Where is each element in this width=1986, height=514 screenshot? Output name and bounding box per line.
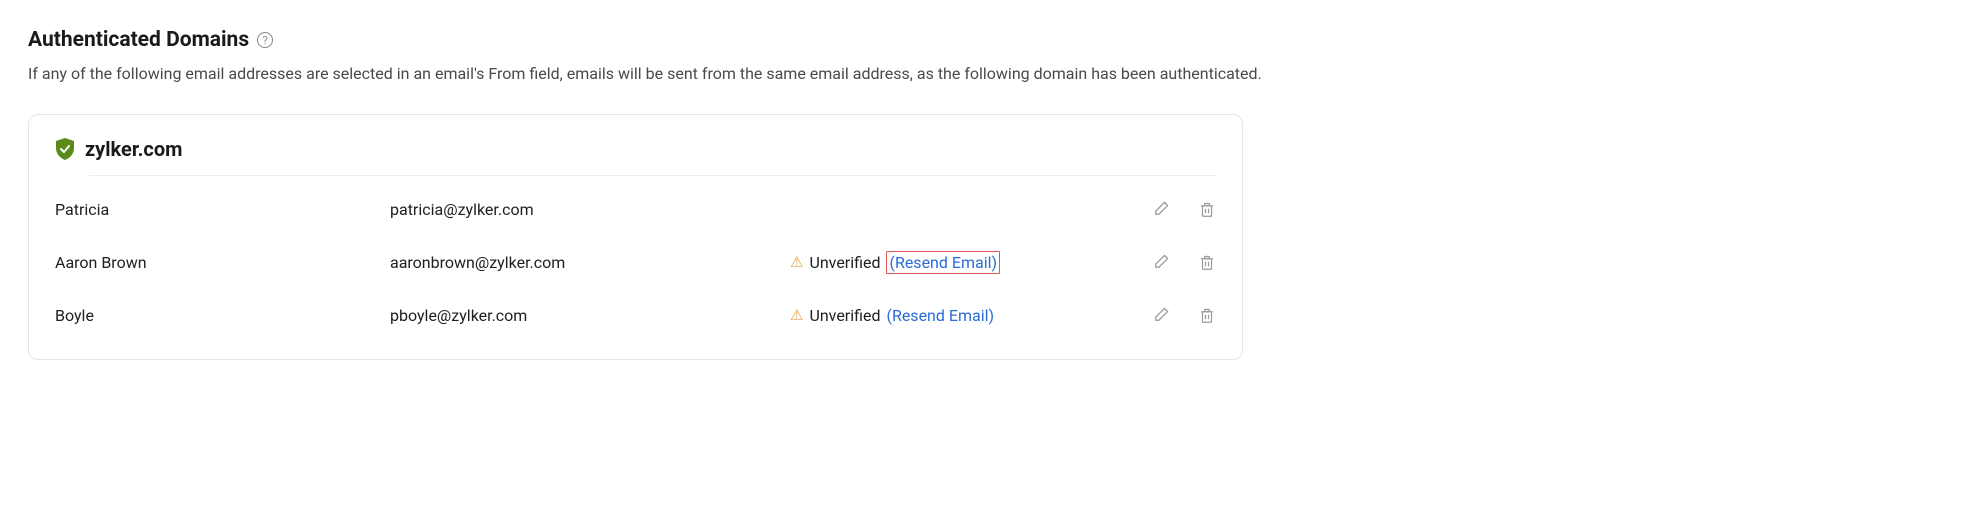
edit-icon[interactable]: [1151, 306, 1170, 325]
unverified-label: Unverified: [809, 253, 880, 272]
resend-email-link[interactable]: (Resend Email): [886, 306, 994, 325]
delete-icon[interactable]: [1198, 253, 1216, 272]
user-email: pboyle@zylker.com: [390, 306, 790, 325]
domain-header: zylker.com: [29, 115, 1242, 175]
edit-icon[interactable]: [1151, 200, 1170, 219]
user-name: Patricia: [55, 200, 390, 219]
user-status: ⚠ Unverified (Resend Email): [790, 306, 1151, 325]
domain-name: zylker.com: [85, 137, 182, 161]
warning-icon: ⚠: [790, 308, 803, 323]
warning-icon: ⚠: [790, 255, 803, 270]
info-icon[interactable]: ?: [257, 32, 273, 48]
shield-verified-icon: [55, 138, 75, 160]
user-name: Aaron Brown: [55, 253, 390, 272]
unverified-label: Unverified: [809, 306, 880, 325]
domain-card: zylker.com Patricia patricia@zylker.com: [28, 114, 1243, 360]
edit-icon[interactable]: [1151, 253, 1170, 272]
resend-email-link[interactable]: (Resend Email): [886, 251, 1000, 274]
user-row: Boyle pboyle@zylker.com ⚠ Unverified (Re…: [55, 290, 1216, 341]
delete-icon[interactable]: [1198, 306, 1216, 325]
user-list: Patricia patricia@zylker.com Aaron Brown…: [29, 176, 1242, 359]
delete-icon[interactable]: [1198, 200, 1216, 219]
user-row: Patricia patricia@zylker.com: [55, 184, 1216, 235]
user-row: Aaron Brown aaronbrown@zylker.com ⚠ Unve…: [55, 235, 1216, 290]
user-email: aaronbrown@zylker.com: [390, 253, 790, 272]
section-description: If any of the following email addresses …: [28, 62, 1958, 86]
section-title: Authenticated Domains: [28, 28, 249, 52]
user-status: ⚠ Unverified (Resend Email): [790, 251, 1151, 274]
user-name: Boyle: [55, 306, 390, 325]
user-email: patricia@zylker.com: [390, 200, 790, 219]
